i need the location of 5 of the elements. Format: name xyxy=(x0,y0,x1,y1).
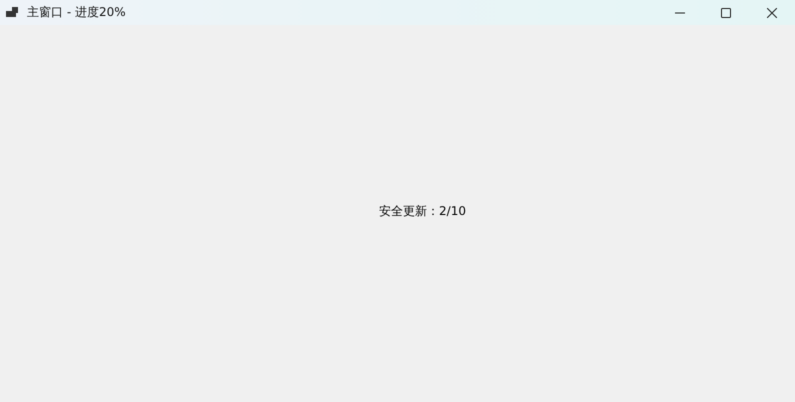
close-icon xyxy=(767,8,777,18)
status-label: 安全更新：2/10 xyxy=(379,202,466,220)
maximize-icon xyxy=(721,8,731,18)
window-title: 主窗口 - 进度20% xyxy=(27,4,126,21)
app-icon xyxy=(6,7,19,18)
